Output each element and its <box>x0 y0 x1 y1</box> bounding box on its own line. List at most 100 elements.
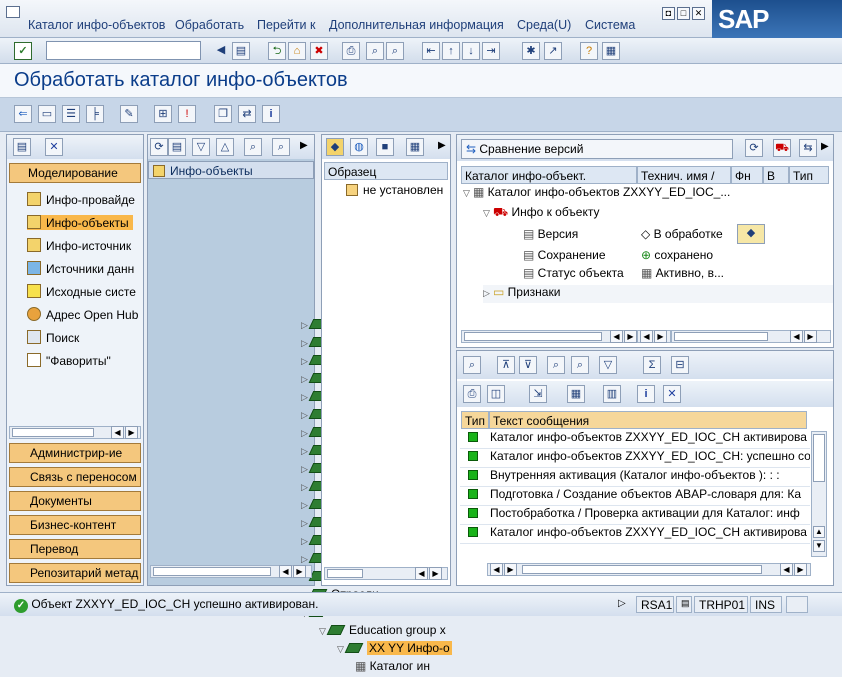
status-message[interactable]: ✓ Объект ZXXYY_ED_IOC_CH успешно активир… <box>14 597 318 613</box>
copy-icon[interactable]: ❐ <box>214 105 232 123</box>
tree-hscrollbar[interactable]: ◀ ▶ <box>150 565 312 578</box>
cube-icon[interactable]: ■ <box>376 138 394 156</box>
close-window-button[interactable]: ✕ <box>692 7 705 20</box>
nav-hscrollbar[interactable]: ◀ ▶ <box>9 426 141 439</box>
status-toggle-icon[interactable]: ▷ <box>618 598 626 609</box>
nav-button-admin[interactable]: Администрир-ие <box>9 443 141 463</box>
sort-icon[interactable]: ⊼ <box>497 356 515 374</box>
messages-vscrollbar[interactable]: ▲ ▼ <box>811 431 827 557</box>
chart-icon[interactable]: ▥ <box>603 385 621 403</box>
nav-item-search[interactable]: Поиск <box>27 330 79 345</box>
find-next-tree-icon[interactable]: ⌕ <box>272 138 290 156</box>
nav-item-favorites[interactable]: "Фавориты" <box>27 353 111 368</box>
command-field[interactable] <box>46 41 201 60</box>
navigate-icon[interactable]: ⇆ <box>799 139 817 157</box>
scroll-left-icon[interactable]: ◀ <box>780 563 793 576</box>
scroll-right-icon[interactable]: ▶ <box>804 330 817 343</box>
tree-icon[interactable]: ⊞ <box>154 105 172 123</box>
settings-icon[interactable]: ▤ <box>168 138 186 156</box>
nav-item-infoproviders[interactable]: Инфо-провайде <box>27 192 135 207</box>
more-icon[interactable]: ▶ <box>300 140 308 151</box>
find-next-icon[interactable]: ⌕ <box>386 42 404 60</box>
scroll-right-icon[interactable]: ▶ <box>504 563 517 576</box>
back-button[interactable]: ⮌ <box>268 42 286 60</box>
compare-row-catalog[interactable]: ▽ ▦ Каталог инфо-объектов ZXXYY_ED_IOC_..… <box>463 185 829 203</box>
new-session-icon[interactable]: ✱ <box>522 42 540 60</box>
first-page-icon[interactable]: ⇤ <box>422 42 440 60</box>
menu-extras[interactable]: Дополнительная информация <box>329 18 504 32</box>
grid-icon[interactable]: ▦ <box>567 385 585 403</box>
table-row[interactable]: Каталог инфо-объектов ZXXYY_ED_IOC_CH: у… <box>460 449 810 468</box>
scroll-right-icon[interactable]: ▶ <box>125 426 138 439</box>
save-icon[interactable]: ▤ <box>232 42 250 60</box>
compare-hscrollbar-2[interactable]: ◀ ▶ <box>637 330 671 343</box>
compare-hscrollbar-3[interactable]: ◀ ▶ <box>671 330 831 343</box>
pattern-icon[interactable]: ◆ <box>326 138 344 156</box>
subtotal-icon[interactable]: ⊟ <box>671 356 689 374</box>
version-compare-button[interactable]: ⇆ Сравнение версий <box>461 139 733 159</box>
hierarchy-icon[interactable]: ╞ <box>86 105 104 123</box>
menu-edit[interactable]: Обработать <box>175 18 244 32</box>
nav-item-infoobjects[interactable]: Инфо-объекты <box>27 215 133 230</box>
table-row[interactable]: Подготовка / Создание объектов ABAP-слов… <box>460 487 810 506</box>
expand-icon[interactable]: ▽ <box>192 138 210 156</box>
find-icon[interactable]: ⌕ <box>366 42 384 60</box>
database-icon[interactable]: ◍ <box>350 138 368 156</box>
scroll-right-icon[interactable]: ▶ <box>794 563 807 576</box>
session-icon[interactable]: ▤ <box>676 596 692 613</box>
print-icon[interactable]: ⎙ <box>342 42 360 60</box>
pattern-row[interactable]: не установлен <box>346 183 443 197</box>
collapse-icon[interactable]: △ <box>216 138 234 156</box>
export-icon[interactable]: ⇲ <box>529 385 547 403</box>
last-page-icon[interactable]: ⇥ <box>482 42 500 60</box>
system-menu-icon[interactable] <box>6 6 20 18</box>
exit-button[interactable]: ⌂ <box>288 42 306 60</box>
nav-button-translation[interactable]: Перевод <box>9 539 141 559</box>
tree-row[interactable]: ▽ XX YY Инфо-о <box>337 641 461 659</box>
find-messages-icon[interactable]: ⌕ <box>547 356 565 374</box>
list-icon[interactable]: ☰ <box>62 105 80 123</box>
cancel-button[interactable]: ✖ <box>310 42 328 60</box>
nav-item-datasources[interactable]: Источники данн <box>27 261 134 276</box>
menu-environment[interactable]: Среда(U) <box>517 18 571 32</box>
tree-row[interactable]: ▽ Education group x <box>319 623 461 641</box>
nav-button-modeling[interactable]: Моделирование <box>9 163 141 183</box>
scroll-left-icon[interactable]: ◀ <box>111 426 124 439</box>
nav-item-open-hub[interactable]: Адрес Open Hub <box>27 307 138 322</box>
minimize-button[interactable]: ◘ <box>662 7 675 20</box>
catalog-icon[interactable]: ▦ <box>406 138 424 156</box>
nav-item-infosources[interactable]: Инфо-источник <box>27 238 131 253</box>
scroll-up-icon[interactable]: ▲ <box>813 526 825 538</box>
activate-icon[interactable]: ! <box>178 105 196 123</box>
sum-icon[interactable]: Σ <box>643 356 661 374</box>
scroll-right-icon[interactable]: ▶ <box>654 330 667 343</box>
nav-button-documents[interactable]: Документы <box>9 491 141 511</box>
display-icon[interactable]: ▭ <box>38 105 56 123</box>
transport-icon[interactable]: ⛟ <box>773 139 791 157</box>
more-icon[interactable]: ▶ <box>438 140 446 151</box>
view-icon[interactable]: ◫ <box>487 385 505 403</box>
filter-icon[interactable]: ⊽ <box>519 356 537 374</box>
where-used-icon[interactable]: ⇄ <box>238 105 256 123</box>
close-messages-icon[interactable]: ✕ <box>663 385 681 403</box>
table-row[interactable]: Каталог инфо-объектов ZXXYY_ED_IOC_CH ак… <box>460 430 810 449</box>
menu-goto[interactable]: Перейти к <box>257 18 315 32</box>
scroll-left-icon[interactable]: ◀ <box>610 330 623 343</box>
table-row[interactable]: Каталог инфо-объектов ZXXYY_ED_IOC_CH ак… <box>460 525 810 544</box>
help-icon[interactable]: ? <box>580 42 598 60</box>
close-panel-icon[interactable]: ✕ <box>45 138 63 156</box>
arrow-left-icon[interactable]: ⇐ <box>14 105 32 123</box>
scroll-right-icon[interactable]: ▶ <box>293 565 306 578</box>
layout-toggle-icon[interactable]: ▤ <box>13 138 31 156</box>
menu-catalog[interactable]: Каталог инфо-объектов <box>28 18 165 32</box>
details-icon[interactable]: ⌕ <box>463 356 481 374</box>
info-icon[interactable]: i <box>262 105 280 123</box>
table-row[interactable]: Постобработка / Проверка активации для К… <box>460 506 810 525</box>
pencil-icon[interactable]: ✎ <box>120 105 138 123</box>
compare-hscrollbar-1[interactable]: ◀ ▶ <box>461 330 637 343</box>
compare-row-attributes[interactable]: ▷ ▭ Признаки <box>483 285 833 303</box>
pattern-hscrollbar[interactable]: ◀ ▶ <box>324 567 448 580</box>
maximize-button[interactable]: □ <box>677 7 690 20</box>
scroll-left-icon[interactable]: ◀ <box>490 563 503 576</box>
refresh-compare-icon[interactable]: ⟳ <box>745 139 763 157</box>
